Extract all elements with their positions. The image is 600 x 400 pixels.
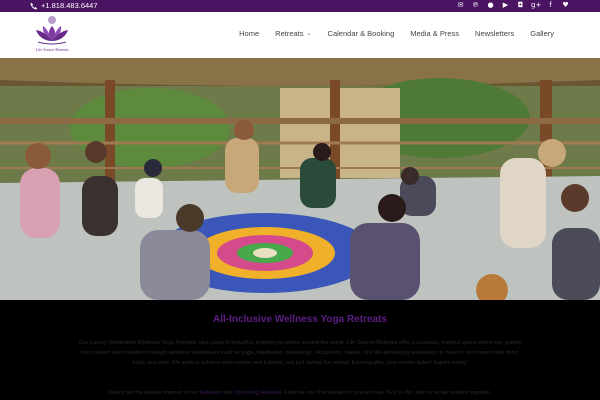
site-logo[interactable]: Life Source Retreats	[30, 14, 74, 56]
facebook-icon[interactable]: f	[546, 1, 555, 10]
site-header: Life Source Retreats Home Retreats ⌄ Cale…	[0, 12, 600, 58]
flickr-icon[interactable]: ●	[486, 1, 495, 10]
social-links: ✉ ℗ ● ▶ ◘ g+ f ♥	[456, 1, 570, 10]
nav-item-media-press[interactable]: Media & Press	[402, 29, 467, 38]
nav-item-home[interactable]: Home	[231, 29, 267, 38]
google-plus-icon[interactable]: g+	[531, 1, 541, 10]
main-nav: Home Retreats ⌄ Calendar & Booking Media …	[231, 29, 562, 38]
phone-contact[interactable]: +1.818.483.6447	[30, 1, 98, 10]
logo-text: Life Source Retreats	[35, 47, 69, 52]
section-heading: All-Inclusive Wellness Yoga Retreats	[213, 314, 387, 325]
themes-paragraph: Check out the various themes of our Retr…	[108, 390, 492, 396]
yoga-circle-photo	[0, 58, 600, 300]
phone-number[interactable]: +1.818.483.6447	[41, 1, 98, 10]
retreats-link[interactable]: Retreats	[200, 390, 221, 396]
pinterest-icon[interactable]: ℗	[471, 1, 480, 10]
hero-image	[0, 58, 600, 300]
email-icon[interactable]: ✉	[456, 1, 465, 10]
intro-paragraph: Our Luxury Destination Wellness Yoga Ret…	[78, 340, 522, 367]
nav-item-retreats[interactable]: Retreats ⌄	[267, 29, 319, 38]
phone-icon	[30, 2, 38, 10]
intro-section: All-Inclusive Wellness Yoga Retreats Our…	[0, 300, 600, 400]
nav-item-gallery[interactable]: Gallery	[522, 29, 562, 38]
top-bar: +1.818.483.6447 ✉ ℗ ● ▶ ◘ g+ f ♥	[0, 0, 600, 12]
nav-item-newsletters[interactable]: Newsletters	[467, 29, 522, 38]
twitter-icon[interactable]: ♥	[561, 1, 570, 10]
lotus-logo-icon	[36, 16, 68, 45]
youtube-icon[interactable]: ▶	[501, 1, 510, 10]
chevron-down-icon: ⌄	[306, 31, 312, 37]
upcoming-retreats-link[interactable]: Upcoming Retreats	[234, 390, 282, 396]
nav-item-calendar-booking[interactable]: Calendar & Booking	[320, 29, 403, 38]
instagram-icon[interactable]: ◘	[516, 1, 525, 10]
